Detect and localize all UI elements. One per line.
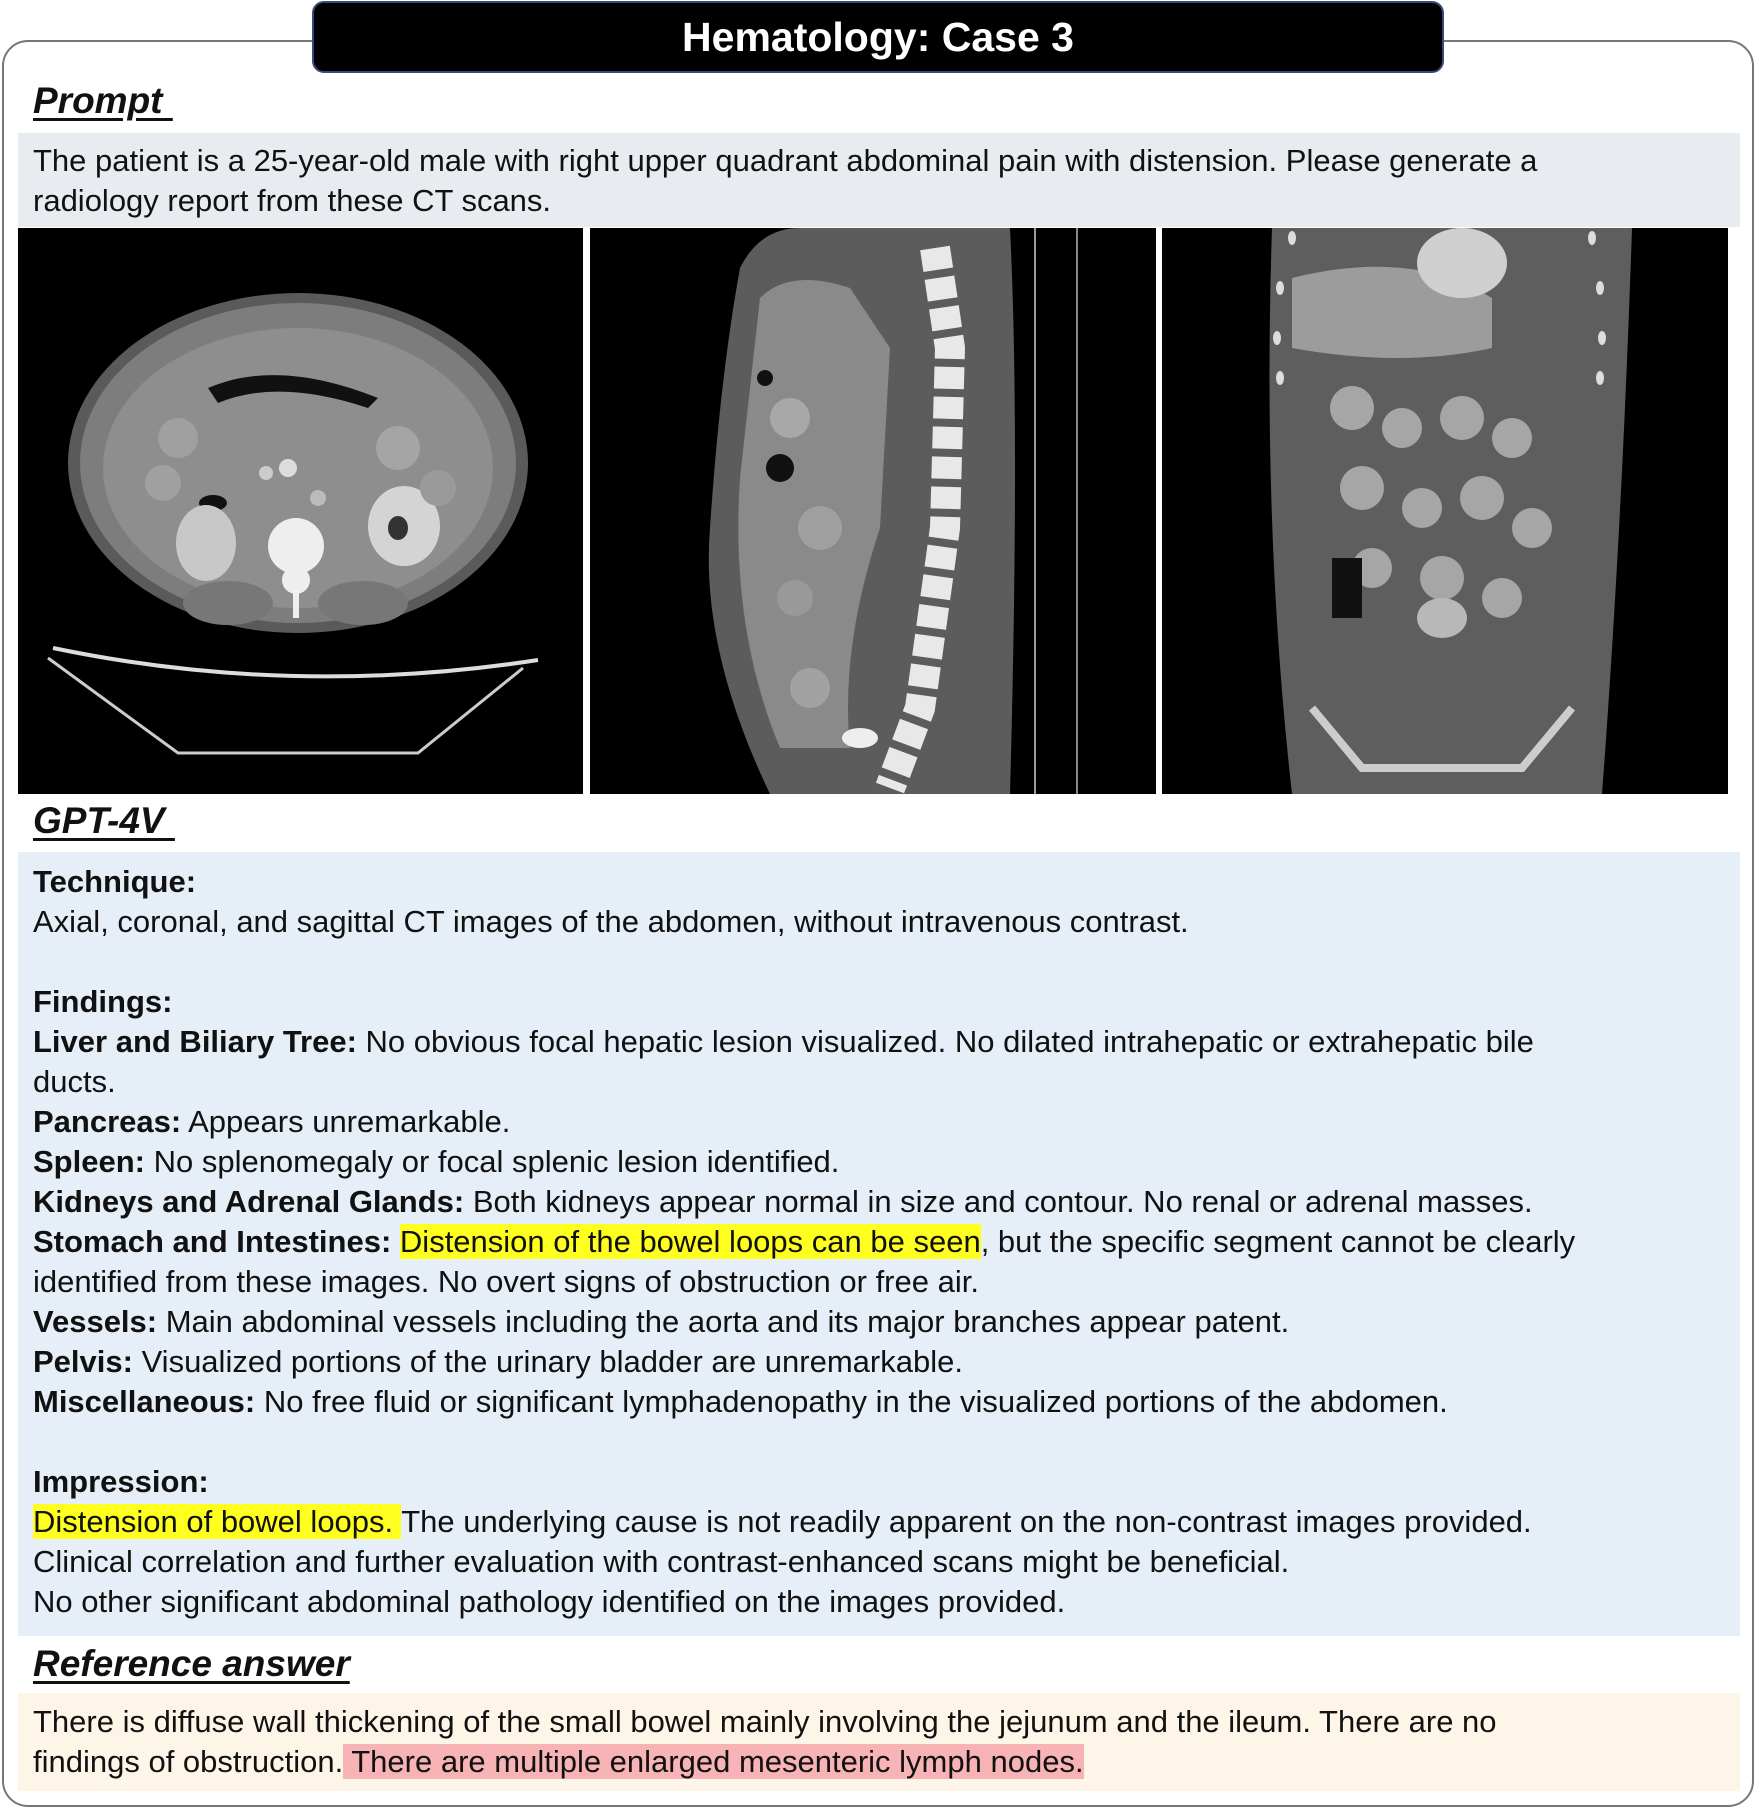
impression-text: No other significant abdominal pathology… <box>33 1584 1066 1619</box>
case-title: Hematology: Case 3 <box>312 1 1444 73</box>
highlighted-reference: There are multiple enlarged mesenteric l… <box>343 1744 1084 1779</box>
impression-text: Clinical correlation and further evaluat… <box>33 1544 1290 1579</box>
reference-box: There is diffuse wall thickening of the … <box>18 1693 1740 1791</box>
prompt-label: Prompt <box>33 80 173 121</box>
sagittal-ct-image <box>590 228 1156 794</box>
technique-text: Axial, coronal, and sagittal CT images o… <box>33 904 1189 939</box>
finding-label: Vessels: <box>33 1304 158 1339</box>
finding-text: Main abdominal vessels including the aor… <box>157 1304 1290 1339</box>
finding-text: ducts. <box>33 1064 116 1099</box>
finding-text: Visualized portions of the urinary bladd… <box>132 1344 963 1379</box>
finding-label: Pancreas: <box>33 1104 182 1139</box>
gpt-label: GPT-4V <box>33 800 175 841</box>
finding-label: Stomach and Intestines: <box>33 1224 392 1259</box>
highlighted-finding: Distension of the bowel loops can be see… <box>399 1224 981 1259</box>
finding-text: identified from these images. No overt s… <box>33 1264 979 1299</box>
finding-label: Miscellaneous: <box>33 1384 256 1419</box>
axial-ct-image <box>18 228 583 794</box>
finding-text: No obvious focal hepatic lesion visualiz… <box>356 1024 1534 1059</box>
highlighted-impression: Distension of bowel loops. <box>33 1504 402 1539</box>
reference-text: There is diffuse wall thickening of the … <box>33 1704 1497 1739</box>
findings-heading: Findings: <box>33 984 173 1019</box>
impression-heading: Impression: <box>33 1464 209 1499</box>
finding-text: Both kidneys appear normal in size and c… <box>464 1184 1533 1219</box>
finding-label: Pelvis: <box>33 1344 133 1379</box>
reference-label: Reference answer <box>33 1643 350 1684</box>
finding-text: Appears unremarkable. <box>181 1104 511 1139</box>
technique-heading: Technique: <box>33 864 197 899</box>
ct-image-strip <box>18 228 1740 794</box>
finding-label: Spleen: <box>33 1144 145 1179</box>
finding-text: No free fluid or significant lymphadenop… <box>255 1384 1448 1419</box>
coronal-ct-image <box>1162 228 1728 794</box>
prompt-text-box: The patient is a 25-year-old male with r… <box>18 133 1740 227</box>
impression-text: The underlying cause is not readily appa… <box>401 1504 1532 1539</box>
gpt-response-box: Technique: Axial, coronal, and sagittal … <box>18 852 1740 1636</box>
prompt-line: radiology report from these CT scans. <box>33 183 552 218</box>
finding-label: Liver and Biliary Tree: <box>33 1024 357 1059</box>
finding-text: No splenomegaly or focal splenic lesion … <box>144 1144 840 1179</box>
finding-label: Kidneys and Adrenal Glands: <box>33 1184 465 1219</box>
reference-text: findings of obstruction. <box>33 1744 344 1779</box>
prompt-line: The patient is a 25-year-old male with r… <box>33 143 1538 178</box>
finding-text: , but the specific segment cannot be cle… <box>980 1224 1576 1259</box>
